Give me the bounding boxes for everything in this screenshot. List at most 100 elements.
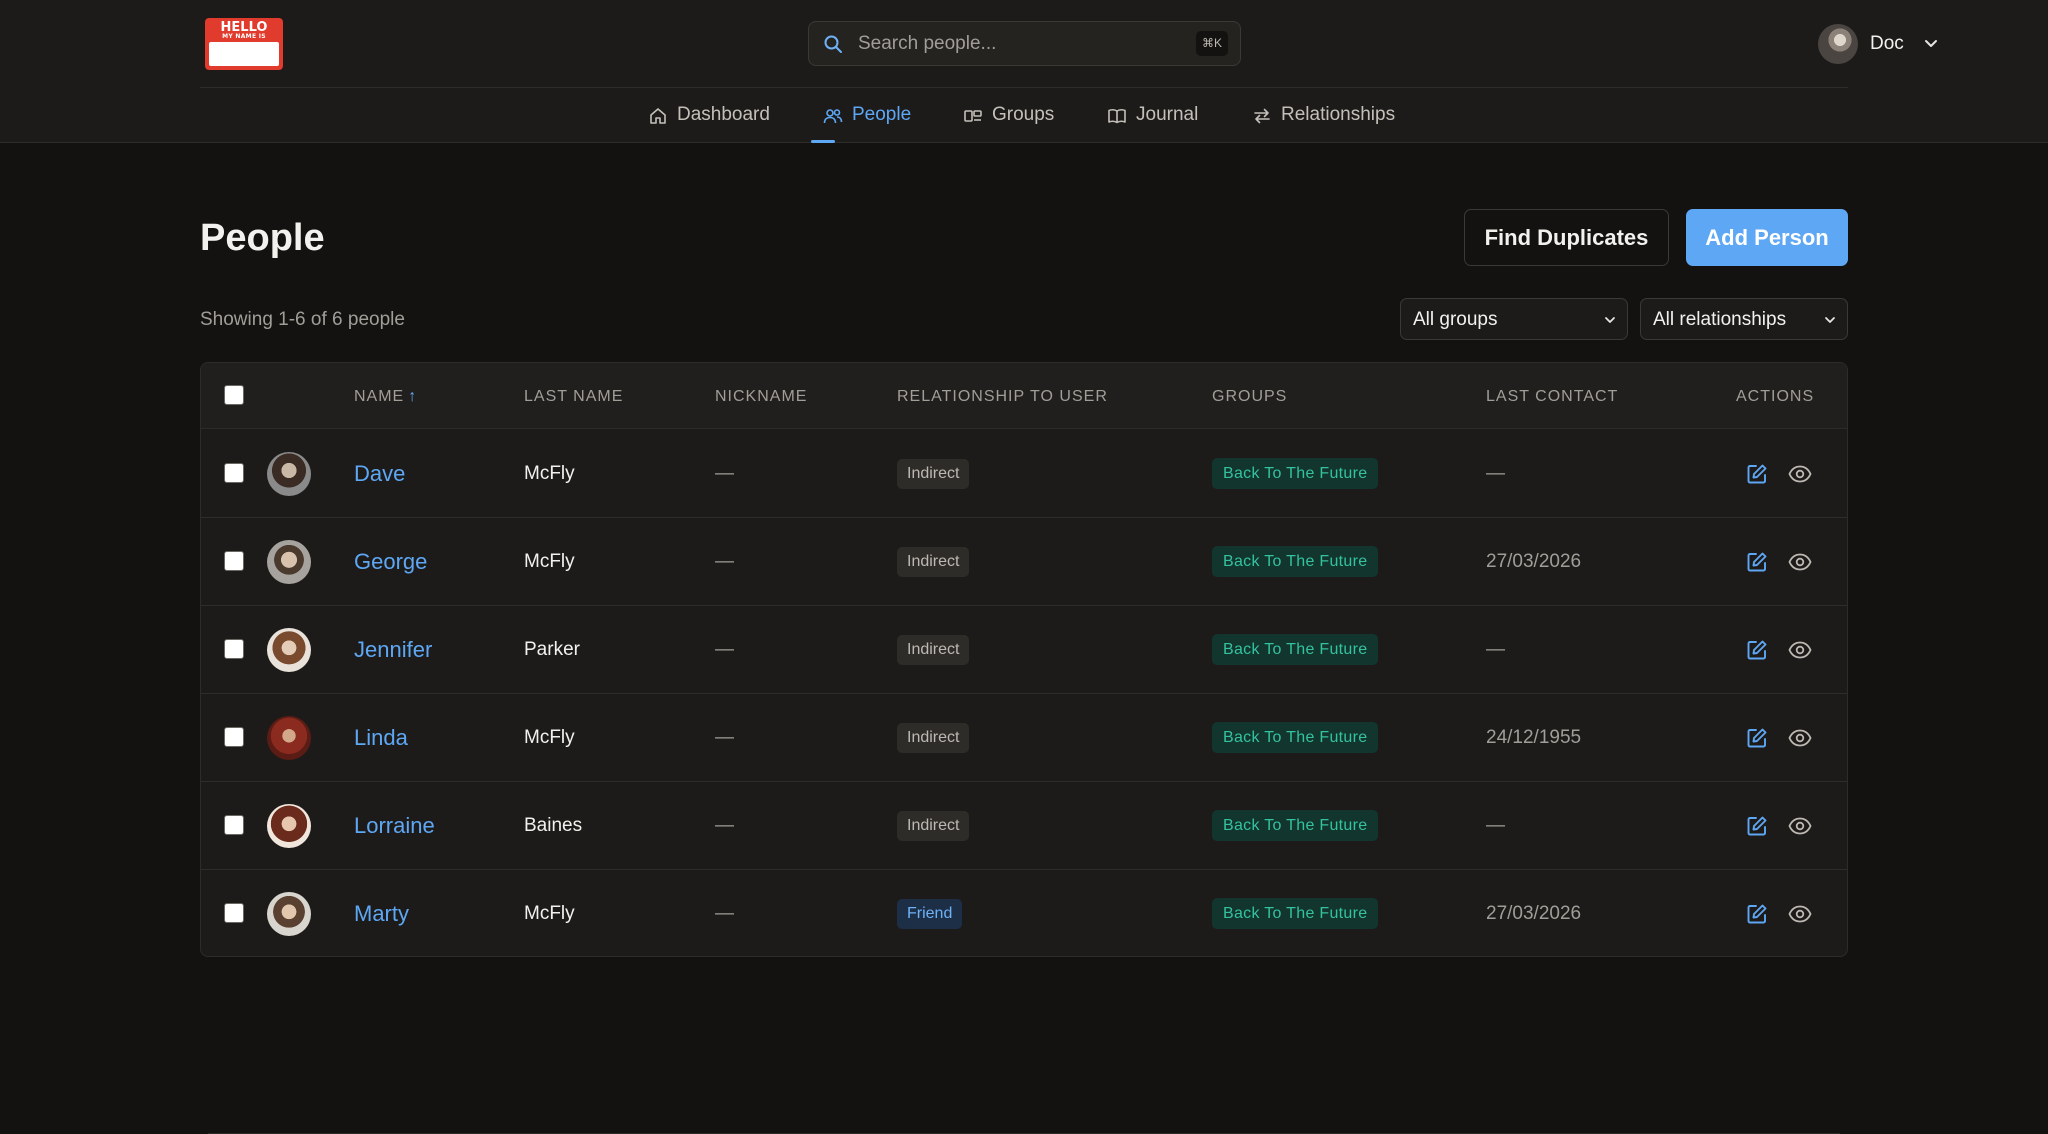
table-row: Dave McFly — Indirect Back To The Future…	[201, 430, 1847, 518]
group-badge[interactable]: Back To The Future	[1212, 810, 1379, 841]
arrows-swap-icon	[1254, 108, 1270, 124]
eye-icon[interactable]	[1788, 639, 1812, 661]
last-name-cell: McFly	[524, 903, 575, 924]
relationship-badge: Indirect	[897, 459, 970, 489]
people-table: NAME ↑ LAST NAME NICKNAME RELATIONSHIP TO…	[200, 362, 1848, 957]
relationships-filter-select[interactable]: All relationships	[1640, 298, 1848, 340]
groups-filter-select[interactable]: All groups	[1400, 298, 1628, 340]
select-all-checkbox[interactable]	[224, 385, 244, 405]
relationship-badge: Indirect	[897, 547, 970, 577]
column-header-actions: ACTIONS	[1736, 388, 1815, 405]
book-icon	[1108, 109, 1126, 124]
groups-filter-value: All groups	[1413, 309, 1498, 330]
column-header-last-name: LAST NAME	[524, 388, 624, 405]
row-checkbox[interactable]	[224, 639, 244, 659]
last-contact-cell: —	[1486, 639, 1505, 660]
row-checkbox[interactable]	[224, 727, 244, 747]
tab-groups-label: Groups	[992, 104, 1055, 125]
search-box[interactable]: Search people... ⌘K	[808, 21, 1241, 66]
add-person-button[interactable]: Add Person	[1686, 209, 1848, 266]
relationships-filter-value: All relationships	[1653, 309, 1787, 330]
app-logo[interactable]: HELLO MY NAME IS	[205, 18, 283, 70]
edit-icon[interactable]	[1746, 727, 1768, 749]
chevron-down-icon	[1605, 317, 1615, 323]
relationship-badge: Indirect	[897, 811, 970, 841]
last-name-cell: McFly	[524, 727, 575, 748]
user-avatar[interactable]	[1818, 24, 1858, 64]
last-name-cell: McFly	[524, 551, 575, 572]
edit-icon[interactable]	[1746, 551, 1768, 573]
home-icon	[650, 108, 666, 124]
last-name-cell: Baines	[524, 815, 583, 836]
group-badge[interactable]: Back To The Future	[1212, 722, 1379, 753]
row-checkbox[interactable]	[224, 551, 244, 571]
row-checkbox[interactable]	[224, 815, 244, 835]
column-header-relationship: RELATIONSHIP TO USER	[897, 388, 1108, 405]
eye-icon[interactable]	[1788, 551, 1812, 573]
tab-relationships-label: Relationships	[1281, 104, 1396, 125]
group-badge[interactable]: Back To The Future	[1212, 898, 1379, 929]
user-name: Doc	[1870, 33, 1904, 54]
row-checkbox[interactable]	[224, 463, 244, 483]
person-name-link[interactable]: George	[354, 549, 427, 575]
person-avatar	[267, 628, 311, 672]
main-nav: Dashboard People Groups Journal Relation…	[0, 88, 2048, 143]
nickname-cell: —	[715, 551, 734, 572]
edit-icon[interactable]	[1746, 639, 1768, 661]
page-title: People	[200, 217, 325, 259]
logo-myname-text: MY NAME IS	[222, 33, 266, 40]
table-header: NAME ↑ LAST NAME NICKNAME RELATIONSHIP TO…	[201, 363, 1847, 429]
nickname-cell: —	[715, 727, 734, 748]
person-avatar	[267, 804, 311, 848]
column-header-groups: GROUPS	[1212, 388, 1288, 405]
chevron-down-icon	[1825, 317, 1835, 323]
group-badge[interactable]: Back To The Future	[1212, 546, 1379, 577]
relationship-badge: Friend	[897, 899, 963, 929]
person-avatar	[267, 540, 311, 584]
tab-dashboard-label: Dashboard	[677, 104, 770, 125]
table-row: George McFly — Indirect Back To The Futu…	[201, 518, 1847, 606]
person-name-link[interactable]: Dave	[354, 461, 405, 487]
logo-name-area	[209, 42, 279, 66]
last-contact-cell: 27/03/2026	[1486, 903, 1582, 924]
person-name-link[interactable]: Linda	[354, 725, 408, 751]
last-contact-cell: —	[1486, 463, 1505, 484]
eye-icon[interactable]	[1788, 727, 1812, 749]
person-avatar	[267, 716, 311, 760]
last-name-cell: McFly	[524, 463, 575, 484]
eye-icon[interactable]	[1788, 815, 1812, 837]
person-name-link[interactable]: Marty	[354, 901, 409, 927]
table-row: Marty McFly — Friend Back To The Future …	[201, 870, 1847, 956]
nickname-cell: —	[715, 815, 734, 836]
person-avatar	[267, 452, 311, 496]
eye-icon[interactable]	[1788, 463, 1812, 485]
groups-icon	[964, 110, 982, 122]
table-row: Linda McFly — Indirect Back To The Futur…	[201, 694, 1847, 782]
column-header-nickname: NICKNAME	[715, 388, 808, 405]
search-input[interactable]: Search people...	[858, 34, 996, 54]
last-contact-cell: 24/12/1955	[1486, 727, 1582, 748]
find-duplicates-label: Find Duplicates	[1484, 225, 1649, 250]
edit-icon[interactable]	[1746, 903, 1768, 925]
row-checkbox[interactable]	[224, 903, 244, 923]
group-badge[interactable]: Back To The Future	[1212, 458, 1379, 489]
tab-people-label: People	[852, 104, 912, 125]
sort-arrow-up-icon: ↑	[408, 388, 418, 405]
column-header-name[interactable]: NAME ↑	[354, 388, 417, 406]
users-icon	[823, 109, 843, 124]
person-name-link[interactable]: Jennifer	[354, 637, 432, 663]
add-person-label: Add Person	[1705, 225, 1829, 250]
results-count: Showing 1-6 of 6 people	[200, 309, 405, 330]
person-avatar	[267, 892, 311, 936]
tab-journal-label: Journal	[1136, 104, 1199, 125]
eye-icon[interactable]	[1788, 903, 1812, 925]
find-duplicates-button[interactable]: Find Duplicates	[1464, 209, 1669, 266]
edit-icon[interactable]	[1746, 815, 1768, 837]
top-header: HELLO MY NAME IS Search people... ⌘K Doc	[0, 0, 2048, 143]
group-badge[interactable]: Back To The Future	[1212, 634, 1379, 665]
person-name-link[interactable]: Lorraine	[354, 813, 435, 839]
last-contact-cell: —	[1486, 815, 1505, 836]
nickname-cell: —	[715, 903, 734, 924]
chevron-down-icon[interactable]	[1923, 36, 1939, 52]
edit-icon[interactable]	[1746, 463, 1768, 485]
